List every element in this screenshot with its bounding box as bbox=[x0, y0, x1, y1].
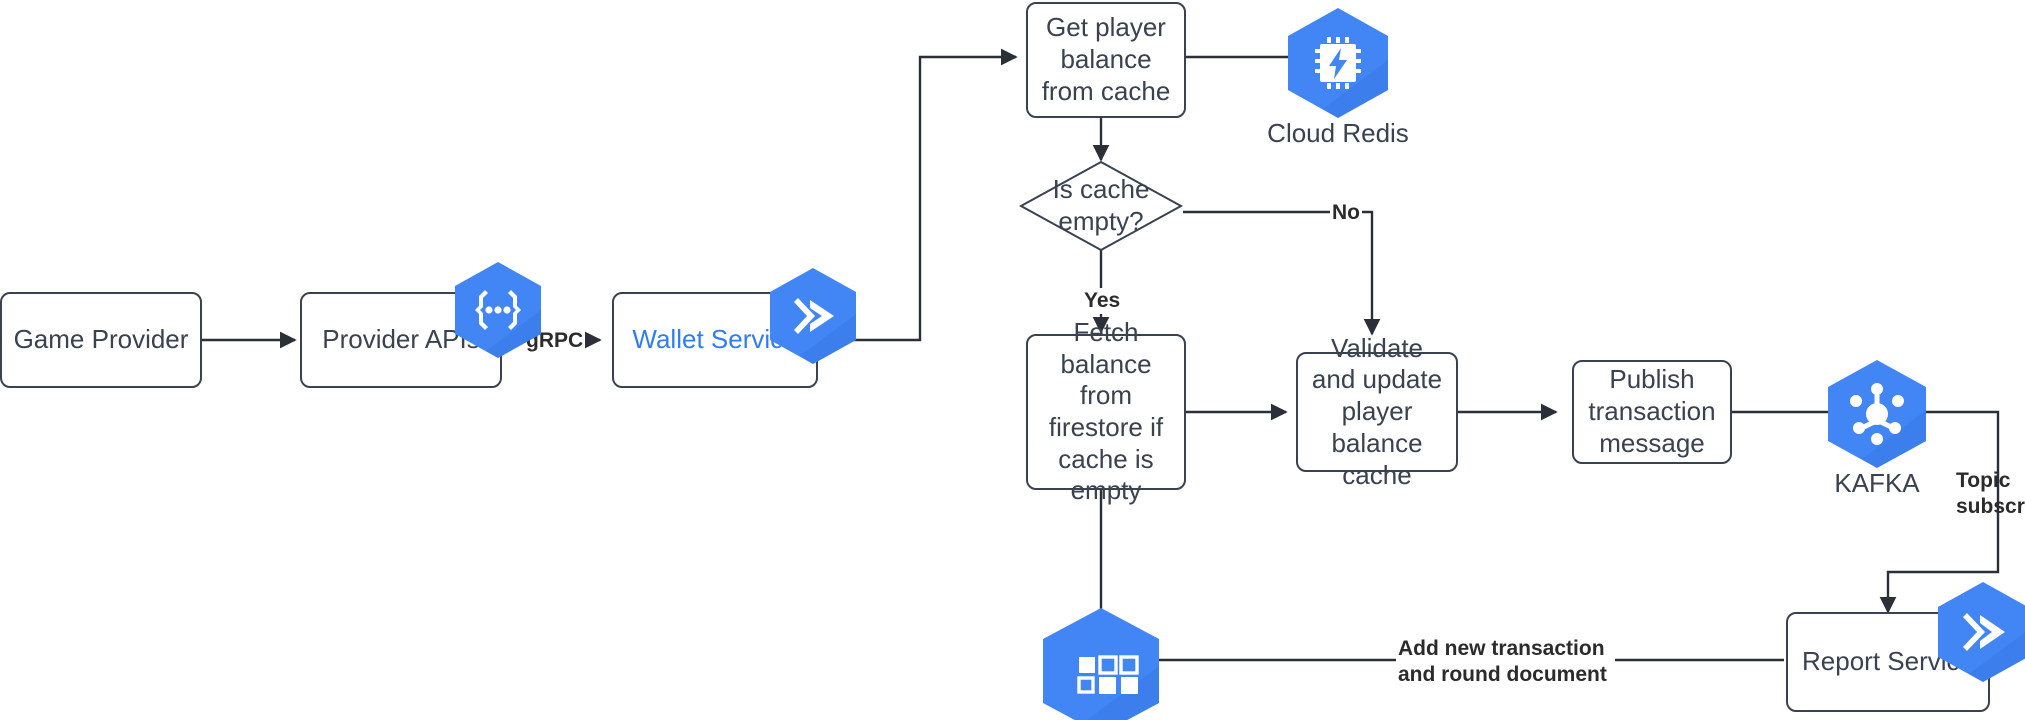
add-transaction-text: Add new transaction and round document bbox=[1398, 637, 1607, 687]
kafka-caption: KAFKA bbox=[1834, 468, 1920, 498]
edge-decision-no-to-validate bbox=[1183, 210, 1381, 336]
node-validate-label: Validate and update player balance cache bbox=[1311, 332, 1443, 490]
node-get-player-balance-label: Get player balance from cache bbox=[1041, 12, 1171, 106]
node-validate-and-update-cache[interactable]: Validate and update player balance cache bbox=[1296, 333, 1458, 490]
edge-label-yes: Yes bbox=[1082, 288, 1123, 315]
edge-label-topic-subscription: Topic subscription bbox=[1954, 468, 2025, 521]
node-get-player-balance-from-cache[interactable]: Get player balance from cache bbox=[1026, 2, 1186, 118]
memorystore-redis-icon[interactable] bbox=[1288, 8, 1388, 118]
node-fetch-balance-from-firestore[interactable]: Fetch balance from firestore if cache is… bbox=[1026, 317, 1186, 505]
node-game-provider[interactable]: Game Provider bbox=[0, 292, 202, 388]
node-game-provider-label: Game Provider bbox=[13, 324, 189, 355]
architecture-diagram-canvas: Game Provider Provider APIs Wallet Servi… bbox=[0, 0, 2025, 720]
node-publish-transaction-message[interactable]: Publish transaction message bbox=[1572, 360, 1732, 464]
cloud-endpoints-icon[interactable] bbox=[455, 262, 541, 358]
topic-subscription-text: Topic subscription bbox=[1956, 469, 2025, 519]
pubsub-icon[interactable] bbox=[1828, 360, 1926, 468]
node-publish-label: Publish transaction message bbox=[1588, 364, 1716, 458]
cloud-redis-caption: Cloud Redis bbox=[1267, 118, 1409, 148]
edge-label-no: No bbox=[1330, 200, 1362, 227]
cloud-run-icon-report[interactable] bbox=[1938, 582, 2025, 682]
node-fetch-balance-label: Fetch balance from firestore if cache is… bbox=[1048, 316, 1164, 506]
firestore-icon[interactable] bbox=[1043, 608, 1159, 720]
cloud-run-icon-wallet[interactable] bbox=[770, 268, 856, 364]
edge-label-add-transaction: Add new transaction and round document bbox=[1396, 636, 1615, 689]
decision-is-cache-empty[interactable]: Is cache empty? bbox=[1018, 160, 1184, 252]
